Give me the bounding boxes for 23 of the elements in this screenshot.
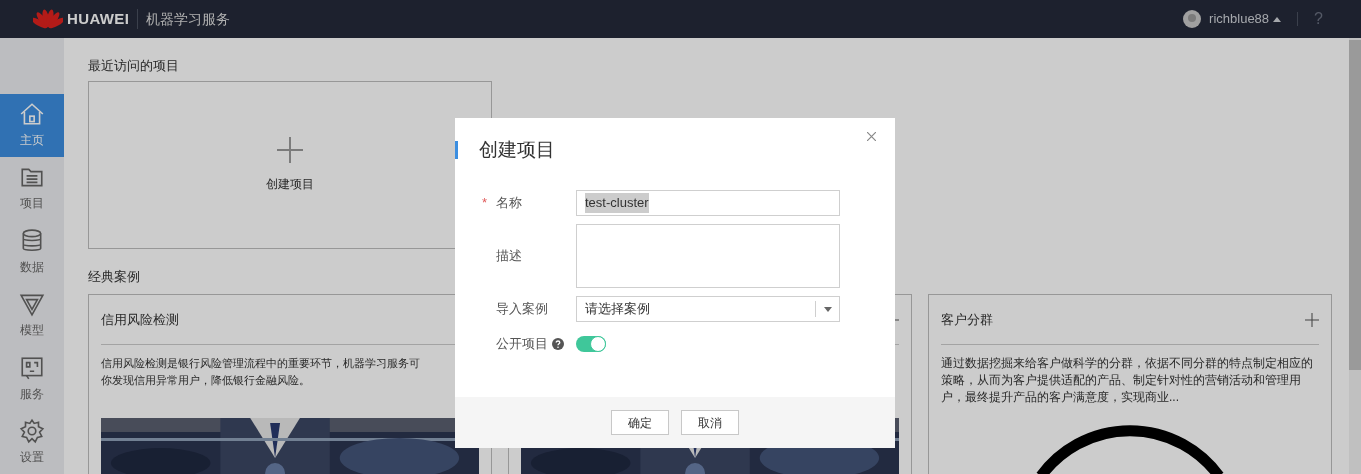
card-description: 通过数据挖掘来给客户做科学的分群，依据不同分群的特点制定相应的策略，从而为客户提供适配的产品、制定针对性的营销活动和管理用户，最终提升产品的客户满意度，实现商业... xyxy=(941,355,1314,406)
required-mark: * xyxy=(482,194,489,213)
sidebar-item[interactable]: 主页 xyxy=(0,94,64,157)
name-field[interactable]: test-cluster xyxy=(576,190,840,216)
card-description: 信用风险检测是银行风险管理流程中的重要环节，机器学习服务可 你发现信用异常用户，降低银行金融风险。 xyxy=(101,356,421,388)
field-label: 导入案例 xyxy=(496,300,548,319)
user-menu[interactable]: richblue88 xyxy=(1209,9,1282,29)
sidebar-item[interactable]: 设置 xyxy=(0,410,64,474)
sidebar-item[interactable]: 数据 xyxy=(0,220,64,284)
section-title: 经典案例 xyxy=(88,267,141,286)
service-title: 机器学习服务 xyxy=(146,9,231,29)
brand-name: HUAWEI xyxy=(67,8,130,29)
dialog-button[interactable]: 取消 xyxy=(681,410,739,435)
sidebar-item[interactable]: 服务 xyxy=(0,347,64,411)
card-title: 客户分群 xyxy=(941,310,993,329)
field-label: 名称 xyxy=(496,194,522,213)
field-label: 公开项目 xyxy=(496,335,548,353)
sidebar-item[interactable]: 模型 xyxy=(0,283,64,347)
section-title: 最近访问的项目 xyxy=(88,57,180,75)
field-label: 描述 xyxy=(496,247,522,266)
dialog-button[interactable]: 确定 xyxy=(611,410,669,435)
case-select[interactable]: 请选择案例 xyxy=(576,296,840,322)
card-title: 信用风险检测 xyxy=(101,310,179,329)
